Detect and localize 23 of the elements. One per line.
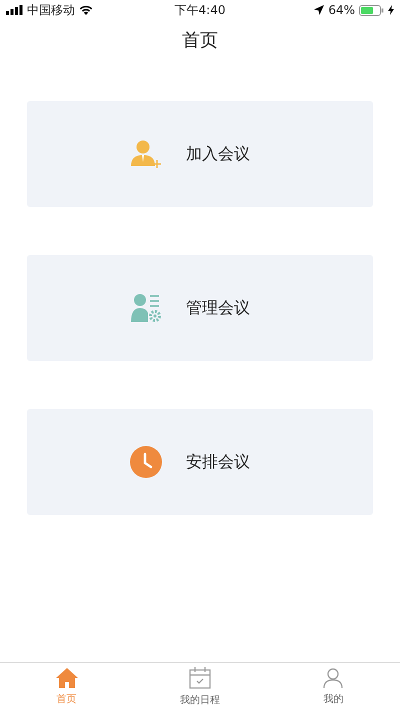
card-label: 管理会议 [186, 298, 250, 318]
wifi-icon [79, 5, 93, 15]
page-title: 首页 [182, 29, 218, 52]
menu-card[interactable]: 加入会议 [27, 101, 373, 207]
charging-bolt-icon [388, 5, 394, 15]
menu-card[interactable]: 管理会议 [27, 255, 373, 361]
card-label: 安排会议 [186, 452, 250, 472]
person-settings-icon [130, 293, 162, 323]
person-icon [323, 668, 344, 688]
calendar-icon [188, 667, 211, 689]
battery-percent: 64% [328, 3, 355, 17]
menu-card[interactable]: 安排会议 [27, 409, 373, 515]
card-label: 加入会议 [186, 144, 250, 164]
person-add-icon [130, 140, 162, 168]
clock-icon [130, 446, 162, 478]
signal-icon [6, 5, 23, 15]
carrier-name: 中国移动 [27, 2, 75, 18]
tab-item[interactable]: 我的 [266, 663, 400, 711]
location-arrow-icon [314, 5, 324, 15]
tab-item[interactable]: 我的日程 [133, 663, 267, 711]
status-time: 下午4:40 [174, 2, 226, 18]
home-icon [56, 668, 78, 688]
battery-icon [359, 4, 384, 16]
